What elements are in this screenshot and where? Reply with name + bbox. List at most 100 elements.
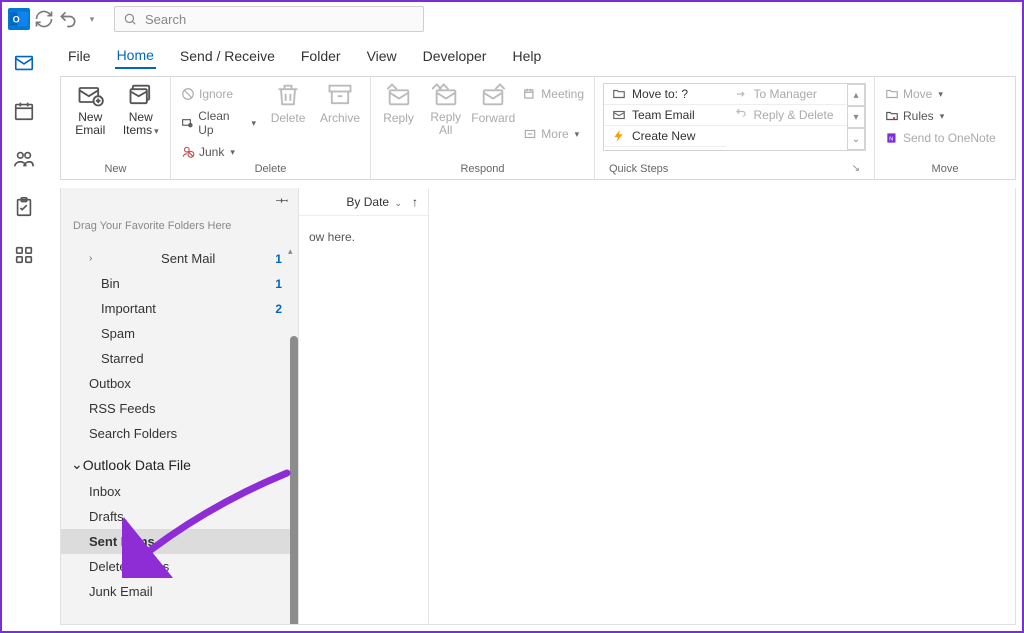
qs-team-email[interactable]: Team Email xyxy=(604,105,726,126)
reply-button[interactable]: Reply xyxy=(377,81,420,125)
ribbon-group-new: New Email New Items▾ New xyxy=(61,77,171,179)
folder-item[interactable]: Outbox xyxy=(61,371,298,396)
more-icon xyxy=(523,127,537,141)
menu-folder[interactable]: Folder xyxy=(299,44,343,68)
ignore-icon xyxy=(181,87,195,101)
folder-item[interactable]: Inbox xyxy=(61,479,298,504)
sync-icon[interactable] xyxy=(34,9,54,29)
to-manager-icon xyxy=(734,87,748,101)
group-label-respond: Respond xyxy=(377,161,588,177)
respond-more-button[interactable]: More▾ xyxy=(519,125,588,143)
meeting-icon xyxy=(523,87,537,101)
tasks-icon[interactable] xyxy=(13,196,35,218)
svg-text:N: N xyxy=(889,136,893,142)
archive-button[interactable]: Archive xyxy=(316,81,364,125)
folder-item[interactable]: Bin1 xyxy=(61,271,298,296)
folder-item[interactable]: Deleted Items xyxy=(61,554,298,579)
message-list-pane: By Date ⌄ ↑ ow here. xyxy=(299,188,429,624)
left-nav-rail xyxy=(2,36,46,631)
favorites-hint: Drag Your Favorite Folders Here xyxy=(61,210,298,246)
search-placeholder: Search xyxy=(145,12,186,27)
quick-steps-dialog-icon[interactable]: ↘ xyxy=(852,163,860,175)
qs-reply-delete[interactable]: Reply & Delete xyxy=(726,105,848,126)
content-area: Drag Your Favorite Folders Here ›Sent Ma… xyxy=(60,188,1016,625)
folder-item[interactable]: Junk Email xyxy=(61,579,298,604)
forward-icon xyxy=(479,81,507,109)
group-label-quick: Quick Steps xyxy=(609,163,668,175)
folder-move-icon xyxy=(612,87,626,101)
qs-to-manager[interactable]: To Manager xyxy=(726,84,848,105)
ribbon-group-quicksteps: Move to: ? Team Email Create New To Mana… xyxy=(595,77,875,179)
group-label-delete: Delete xyxy=(177,161,364,177)
calendar-icon[interactable] xyxy=(13,100,35,122)
reply-delete-icon xyxy=(734,108,748,122)
folder-item[interactable]: Important2 xyxy=(61,296,298,321)
qs-move-to[interactable]: Move to: ? xyxy=(604,84,726,105)
quick-steps-gallery[interactable]: Move to: ? Team Email Create New To Mana… xyxy=(603,83,866,151)
new-items-icon xyxy=(127,81,155,109)
delete-button[interactable]: Delete xyxy=(264,81,312,125)
junk-button[interactable]: Junk▾ xyxy=(177,143,260,161)
folder-item[interactable]: Sent Items xyxy=(61,529,298,554)
onenote-button[interactable]: NSend to OneNote xyxy=(881,129,1000,147)
archive-icon xyxy=(326,81,354,109)
menu-file[interactable]: File xyxy=(66,44,93,68)
undo-icon[interactable] xyxy=(58,9,78,29)
new-email-icon xyxy=(76,81,104,109)
qs-create-new[interactable]: Create New xyxy=(604,126,726,147)
menu-view[interactable]: View xyxy=(365,44,399,68)
list-header: By Date ⌄ ↑ xyxy=(299,188,428,216)
onenote-icon: N xyxy=(885,131,899,145)
menu-send-receive[interactable]: Send / Receive xyxy=(178,44,277,68)
folder-item[interactable]: Search Folders xyxy=(61,421,298,446)
folder-list[interactable]: ›Sent Mail1Bin1Important2SpamStarredOutb… xyxy=(61,246,298,624)
trash-icon xyxy=(274,81,302,109)
group-label-new: New xyxy=(67,161,164,177)
search-input[interactable]: Search xyxy=(114,6,424,32)
new-items-button[interactable]: New Items▾ xyxy=(118,81,165,137)
reply-icon xyxy=(385,81,413,109)
sort-direction-icon[interactable]: ↑ xyxy=(412,195,418,209)
menu-home[interactable]: Home xyxy=(115,43,156,69)
ribbon-group-respond: Reply Reply All Forward Meeting More▾ Re… xyxy=(371,77,595,179)
outlook-logo-icon: O xyxy=(8,8,30,30)
folder-item[interactable]: Drafts xyxy=(61,504,298,529)
data-file-header[interactable]: ⌄Outlook Data File xyxy=(61,446,298,479)
new-email-button[interactable]: New Email xyxy=(67,81,114,137)
apps-icon[interactable] xyxy=(13,244,35,266)
folder-item[interactable]: RSS Feeds xyxy=(61,396,298,421)
cleanup-icon xyxy=(181,116,194,130)
ribbon-group-delete: Ignore Clean Up▾ Junk▾ Delete Archive De… xyxy=(171,77,371,179)
group-label-move: Move xyxy=(881,161,1009,177)
move-button[interactable]: Move▾ xyxy=(881,85,1000,103)
people-icon[interactable] xyxy=(13,148,35,170)
ribbon-group-move: Move▾ Rules▾ NSend to OneNote Move xyxy=(875,77,1015,179)
title-bar: O ▾ Search xyxy=(2,2,1022,36)
sort-by-date[interactable]: By Date ⌄ xyxy=(346,195,402,209)
folder-scrollbar[interactable]: ▴ xyxy=(290,246,298,624)
forward-button[interactable]: Forward xyxy=(471,81,515,125)
folder-item[interactable]: Starred xyxy=(61,346,298,371)
ribbon: New Email New Items▾ New Ignore Clean Up… xyxy=(60,76,1016,180)
qat-dropdown-icon[interactable]: ▾ xyxy=(82,9,102,29)
reply-all-icon xyxy=(432,81,460,109)
lightning-icon xyxy=(612,129,626,143)
meeting-button[interactable]: Meeting xyxy=(519,85,588,103)
mail-icon[interactable] xyxy=(13,52,35,74)
cleanup-button[interactable]: Clean Up▾ xyxy=(177,107,260,139)
menu-developer[interactable]: Developer xyxy=(421,44,489,68)
quick-steps-scroll[interactable]: ▴▾⌄ xyxy=(847,84,865,150)
menu-bar: File Home Send / Receive Folder View Dev… xyxy=(46,36,1022,76)
ignore-button[interactable]: Ignore xyxy=(177,85,260,103)
menu-help[interactable]: Help xyxy=(510,44,543,68)
rules-button[interactable]: Rules▾ xyxy=(881,107,1000,125)
move-icon xyxy=(885,87,899,101)
svg-text:O: O xyxy=(13,15,20,25)
folder-item[interactable]: Spam xyxy=(61,321,298,346)
folder-item[interactable]: ›Sent Mail1 xyxy=(61,246,298,271)
pin-icon[interactable] xyxy=(276,192,290,206)
reading-pane xyxy=(429,188,1015,624)
junk-icon xyxy=(181,145,195,159)
empty-list-hint: ow here. xyxy=(299,216,428,258)
reply-all-button[interactable]: Reply All xyxy=(424,81,467,137)
